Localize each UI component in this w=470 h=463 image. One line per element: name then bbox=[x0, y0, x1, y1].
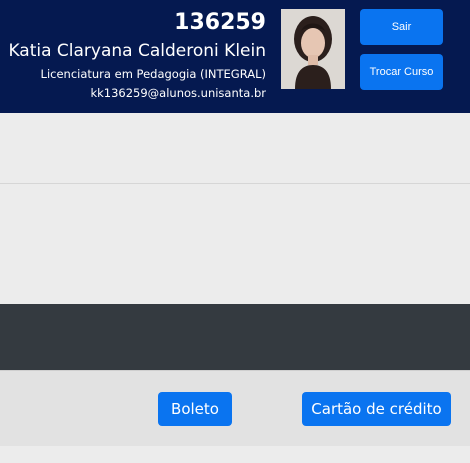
dark-section-bar bbox=[0, 304, 470, 370]
content-band-top bbox=[0, 113, 470, 184]
credit-card-button[interactable]: Cartão de crédito bbox=[302, 392, 451, 426]
student-email: kk136259@alunos.unisanta.br bbox=[90, 86, 266, 100]
avatar bbox=[281, 9, 345, 89]
header-bar: 136259 Katia Claryana Calderoni Klein Li… bbox=[0, 0, 470, 113]
boleto-button[interactable]: Boleto bbox=[158, 392, 232, 426]
content-band-middle bbox=[0, 184, 470, 304]
bottom-strip bbox=[0, 446, 470, 463]
student-id: 136259 bbox=[174, 10, 266, 35]
student-name: Katia Claryana Calderoni Klein bbox=[8, 41, 266, 61]
student-course: Licenciatura em Pedagogia (INTEGRAL) bbox=[40, 67, 266, 81]
switch-course-button[interactable]: Trocar Curso bbox=[360, 54, 443, 90]
logout-button[interactable]: Sair bbox=[360, 9, 443, 45]
user-photo-icon bbox=[281, 9, 345, 89]
